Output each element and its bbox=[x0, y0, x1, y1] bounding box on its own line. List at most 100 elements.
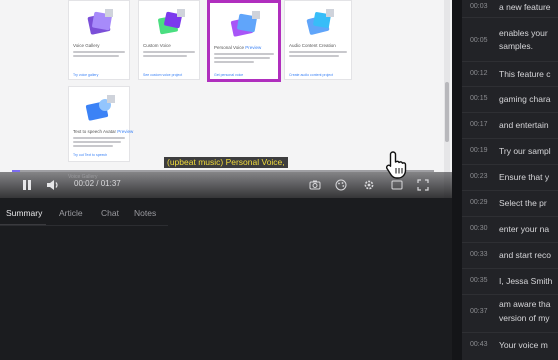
tab-summary[interactable]: Summary bbox=[6, 208, 42, 218]
card-title: Audio Content Creation bbox=[289, 43, 336, 48]
card-link[interactable]: Create audio content project bbox=[289, 73, 333, 77]
custom-voice-thumbnail bbox=[158, 9, 185, 35]
transcript-timestamp[interactable]: 00:43 bbox=[470, 341, 488, 348]
pause-icon bbox=[23, 180, 31, 190]
transcript-timestamp[interactable]: 00:15 bbox=[470, 95, 488, 102]
audio-content-thumbnail bbox=[306, 9, 334, 35]
progress-label: Voice Gallery bbox=[68, 174, 98, 180]
transcript-panel: 00:03 a new feature 00:05 enables your s… bbox=[462, 0, 558, 360]
time-display: 00:02 / 01:37 bbox=[74, 179, 121, 188]
transcript-text: gaming chara bbox=[499, 94, 551, 104]
hand-cursor-icon bbox=[385, 151, 407, 179]
transcript-separator bbox=[462, 242, 558, 243]
transcript-separator bbox=[462, 164, 558, 165]
transcript-timestamp[interactable]: 00:17 bbox=[470, 121, 488, 128]
fullscreen-button[interactable] bbox=[414, 176, 432, 194]
card-description bbox=[143, 51, 195, 53]
transcript-timestamp[interactable]: 00:35 bbox=[470, 277, 488, 284]
transcript-text: enter your na bbox=[499, 224, 550, 234]
transcript-timestamp[interactable]: 00:19 bbox=[470, 147, 488, 154]
captions-icon bbox=[391, 180, 403, 190]
transcript-timestamp[interactable]: 00:03 bbox=[470, 3, 488, 10]
card-voice-gallery: Voice Gallery Try voice gallery bbox=[68, 0, 130, 80]
transcript-text: This feature c bbox=[499, 69, 551, 79]
tab-article[interactable]: Article bbox=[59, 208, 83, 218]
card-description bbox=[73, 141, 121, 143]
transcript-separator bbox=[462, 190, 558, 191]
transcript-separator bbox=[462, 86, 558, 87]
transcript-separator bbox=[462, 17, 558, 18]
transcript-timestamp[interactable]: 00:23 bbox=[470, 173, 488, 180]
transcript-separator bbox=[462, 112, 558, 113]
player-scrollbar[interactable] bbox=[444, 0, 450, 198]
settings-button[interactable] bbox=[360, 176, 378, 194]
card-description bbox=[289, 55, 339, 57]
video-player[interactable]: Voice Gallery Try voice gallery Custom V… bbox=[0, 0, 452, 198]
card-title: Text to speech Avatar Preview bbox=[73, 129, 134, 134]
card-link[interactable]: See custom voice project bbox=[143, 73, 182, 77]
transcript-separator bbox=[462, 138, 558, 139]
transcript-timestamp[interactable]: 00:12 bbox=[470, 70, 488, 77]
tab-notes[interactable]: Notes bbox=[134, 208, 156, 218]
card-description bbox=[73, 145, 113, 147]
transcript-text: and start reco bbox=[499, 250, 551, 260]
personal-voice-thumbnail bbox=[230, 11, 260, 37]
transcript-text: Ensure that y bbox=[499, 172, 550, 182]
transcript-timestamp[interactable]: 00:29 bbox=[470, 199, 488, 206]
transcript-text: enables your bbox=[499, 28, 548, 38]
player-scrollbar-thumb[interactable] bbox=[445, 82, 449, 142]
volume-button[interactable] bbox=[44, 176, 62, 194]
transcript-separator bbox=[462, 332, 558, 333]
card-description bbox=[214, 53, 274, 55]
avatar-thumbnail bbox=[85, 95, 115, 121]
card-description bbox=[214, 57, 270, 59]
card-description bbox=[143, 55, 187, 57]
card-custom-voice: Custom Voice See custom voice project bbox=[138, 0, 200, 80]
pause-button[interactable] bbox=[18, 176, 36, 194]
camera-icon bbox=[309, 180, 321, 190]
subtitle-caption: (upbeat music) Personal Voice, bbox=[164, 157, 288, 168]
card-description bbox=[73, 137, 125, 139]
card-description bbox=[73, 55, 119, 57]
palette-icon bbox=[335, 179, 347, 191]
transcript-text: Your voice m bbox=[499, 340, 548, 350]
transcript-separator bbox=[462, 216, 558, 217]
card-description bbox=[289, 51, 347, 53]
card-link[interactable]: Try voice gallery bbox=[73, 73, 98, 77]
card-title: Voice Gallery bbox=[73, 43, 100, 48]
card-title: Personal Voice Preview bbox=[214, 45, 262, 50]
card-text-to-speech-avatar: Text to speech Avatar Preview Try out Te… bbox=[68, 86, 134, 162]
card-title: Custom Voice bbox=[143, 43, 171, 48]
transcript-timestamp[interactable]: 00:33 bbox=[470, 251, 488, 258]
transcript-text: and entertain bbox=[499, 120, 549, 130]
transcript-text: samples. bbox=[499, 41, 534, 51]
transcript-text: I, Jessa Smith bbox=[499, 276, 553, 286]
card-audio-content-creation: Audio Content Creation Create audio cont… bbox=[284, 0, 352, 80]
voice-gallery-thumbnail bbox=[87, 9, 113, 35]
screenshot-button[interactable] bbox=[306, 176, 324, 194]
transcript-timestamp[interactable]: 00:37 bbox=[470, 308, 488, 315]
card-description bbox=[214, 61, 254, 63]
transcript-timestamp[interactable]: 00:30 bbox=[470, 225, 488, 232]
transcript-text: Select the pr bbox=[499, 198, 547, 208]
fullscreen-icon bbox=[417, 179, 429, 191]
transcript-text: a new feature bbox=[499, 2, 551, 12]
theme-button[interactable] bbox=[332, 176, 350, 194]
transcript-separator bbox=[462, 61, 558, 62]
transcript-text: am aware tha bbox=[499, 299, 551, 309]
transcript-timestamp[interactable]: 00:05 bbox=[470, 37, 488, 44]
card-description bbox=[73, 51, 125, 53]
transcript-separator bbox=[462, 294, 558, 295]
card-link[interactable]: Try out Text to speech bbox=[73, 153, 107, 157]
gear-icon bbox=[364, 180, 374, 190]
card-personal-voice: Personal Voice Preview Get personal voic… bbox=[207, 0, 281, 82]
app-window: Voice Gallery Try voice gallery Custom V… bbox=[0, 0, 558, 360]
panel-divider[interactable] bbox=[452, 0, 462, 360]
progress-fill bbox=[12, 170, 21, 172]
card-link[interactable]: Get personal voice bbox=[214, 73, 243, 77]
tab-divider bbox=[0, 225, 168, 226]
volume-icon bbox=[47, 180, 58, 190]
tab-chat[interactable]: Chat bbox=[101, 208, 119, 218]
progress-bar[interactable] bbox=[12, 170, 434, 172]
transcript-separator bbox=[462, 268, 558, 269]
